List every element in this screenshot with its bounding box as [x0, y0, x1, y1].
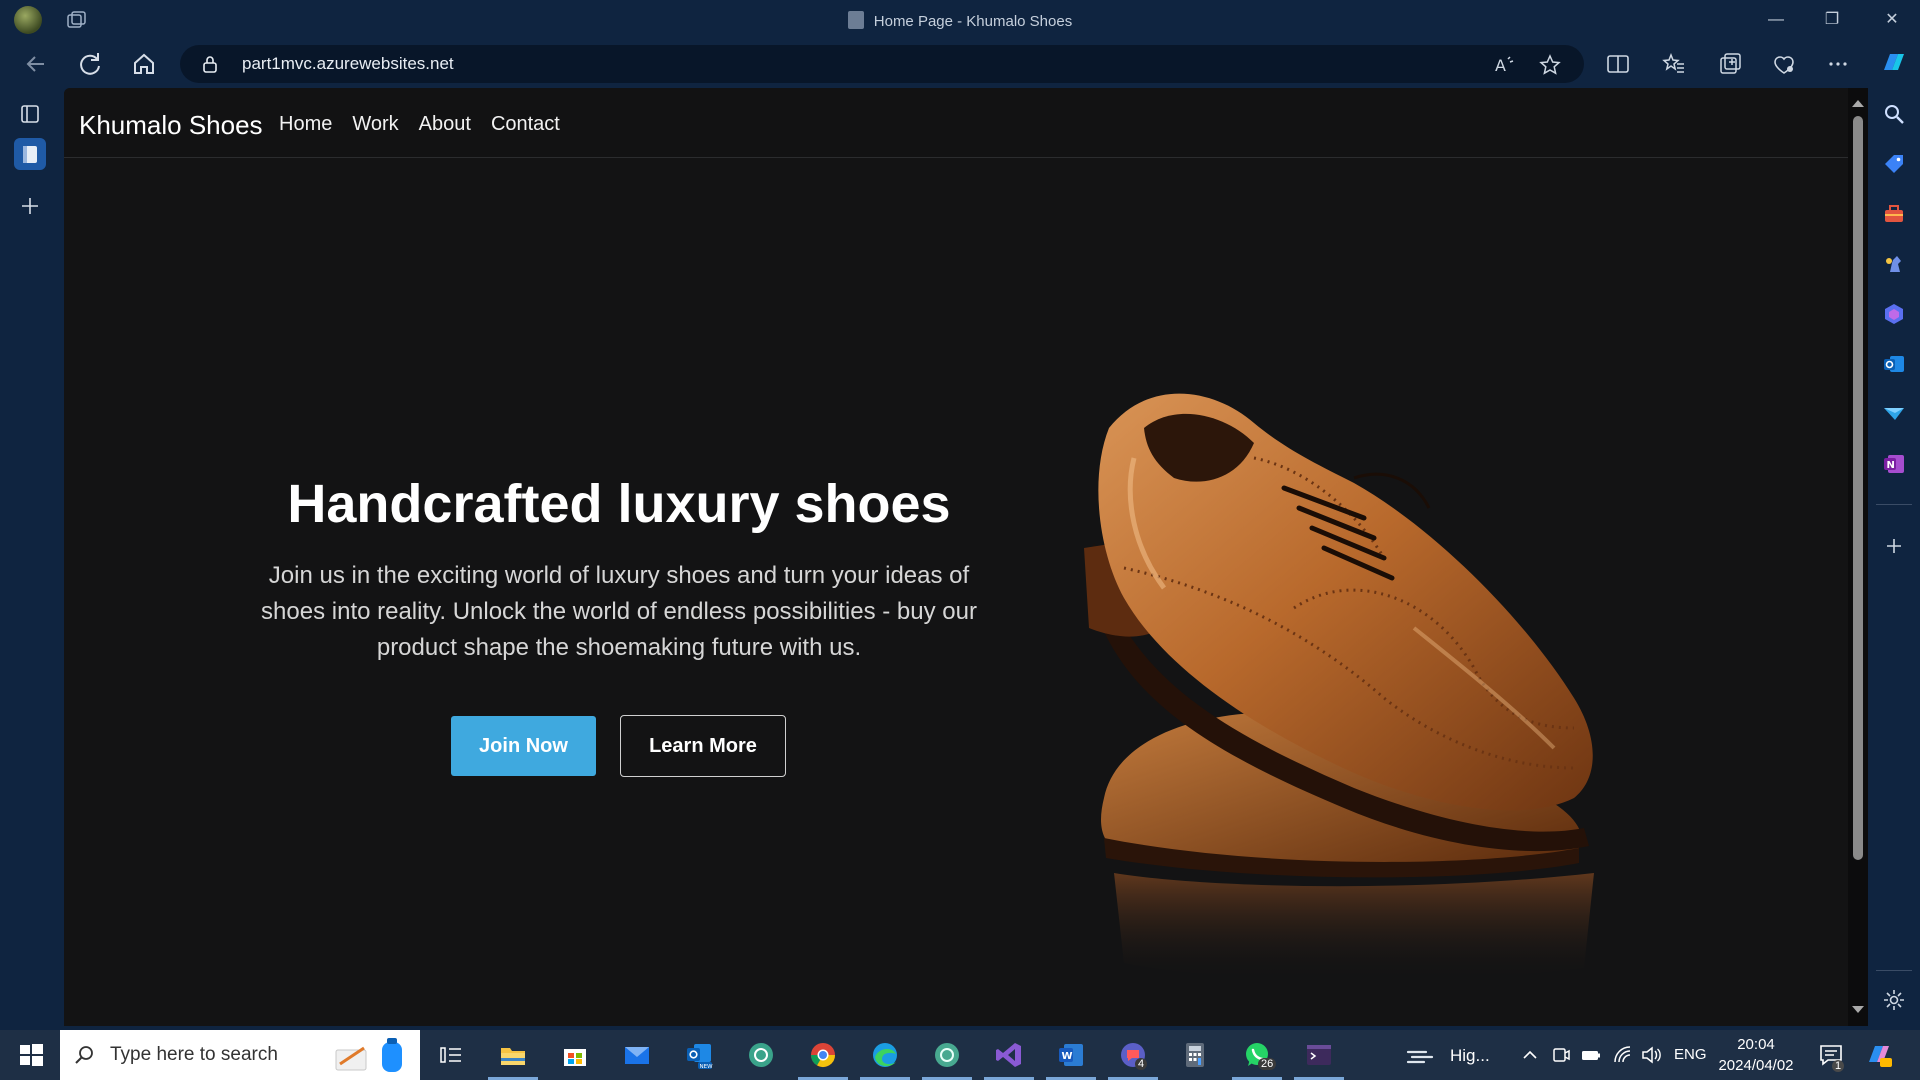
- drop-icon[interactable]: [1882, 402, 1906, 426]
- url-text[interactable]: part1mvc.azurewebsites.net: [242, 54, 454, 74]
- notifications-badge: 1: [1832, 1060, 1845, 1072]
- scroll-up-arrow-icon[interactable]: [1852, 100, 1864, 107]
- collections-icon[interactable]: [1716, 50, 1744, 78]
- terminal-icon[interactable]: [1304, 1040, 1334, 1070]
- restore-button[interactable]: ❐: [1812, 6, 1852, 34]
- taskbar-search-icon: [75, 1046, 93, 1064]
- word-icon[interactable]: W: [1056, 1040, 1086, 1070]
- learn-more-button[interactable]: Learn More: [620, 715, 786, 777]
- meet-now-icon[interactable]: [1551, 1045, 1571, 1065]
- chatgpt-app-icon[interactable]: [746, 1040, 776, 1070]
- hero-title: Handcrafted luxury shoes: [287, 474, 951, 534]
- nav-link-contact[interactable]: Contact: [491, 113, 560, 136]
- new-tab-icon[interactable]: [14, 190, 46, 222]
- taskbar-search-placeholder[interactable]: Type here to search: [110, 1044, 278, 1066]
- search-icon[interactable]: [1882, 102, 1906, 126]
- sidebar-settings-gear-icon[interactable]: [1882, 988, 1906, 1012]
- hero-description: Join us in the exciting world of luxury …: [261, 562, 977, 661]
- windows-start-icon[interactable]: [16, 1040, 46, 1070]
- weather-icon[interactable]: [1404, 1042, 1436, 1068]
- taskbar-clock[interactable]: 20:04 2024/04/02: [1706, 1034, 1806, 1076]
- hero-shoe-image: [1084, 393, 1594, 981]
- vertical-tabs-strip: [0, 90, 62, 1030]
- site-navbar: Khumalo Shoes Home Work About Contact: [64, 88, 1848, 158]
- svg-text:W: W: [1062, 1051, 1073, 1062]
- nav-link-about[interactable]: About: [419, 113, 471, 136]
- battery-icon[interactable]: [1580, 1045, 1602, 1065]
- task-view-icon[interactable]: [436, 1040, 466, 1070]
- sidebar-divider-bottom: [1876, 970, 1912, 971]
- page-favicon-icon: [847, 11, 864, 29]
- chatgpt-icon[interactable]: [932, 1040, 962, 1070]
- svg-text:A: A: [1495, 56, 1506, 75]
- mail-icon[interactable]: [622, 1040, 652, 1070]
- add-sidebar-app-icon[interactable]: [1882, 534, 1906, 558]
- chrome-icon[interactable]: [808, 1040, 838, 1070]
- browser-titlebar: Home Page - Khumalo Shoes — ❐ ✕: [0, 0, 1920, 40]
- shopping-tag-icon[interactable]: [1882, 152, 1906, 176]
- copilot-icon[interactable]: [1878, 48, 1908, 78]
- wifi-icon[interactable]: [1612, 1044, 1634, 1066]
- tools-icon[interactable]: [1882, 202, 1906, 226]
- browser-essentials-icon[interactable]: [1770, 50, 1798, 78]
- windows-taskbar: Type here to search NEW W 4 26 Hig... EN…: [0, 1030, 1920, 1080]
- svg-text:N: N: [1887, 460, 1895, 471]
- visual-studio-icon[interactable]: [994, 1040, 1024, 1070]
- refresh-icon[interactable]: [74, 48, 106, 80]
- outlook-new-icon[interactable]: NEW: [684, 1040, 714, 1070]
- window-title: Home Page - Khumalo Shoes: [0, 11, 1920, 30]
- weather-text[interactable]: Hig...: [1450, 1046, 1490, 1066]
- site-nav-links: Home Work About Contact: [279, 113, 560, 136]
- microsoft-store-icon[interactable]: [560, 1040, 590, 1070]
- language-indicator[interactable]: ENG: [1674, 1046, 1707, 1063]
- edge-icon[interactable]: [870, 1040, 900, 1070]
- show-hidden-icons-chevron-icon[interactable]: [1520, 1045, 1540, 1065]
- svg-text:NEW: NEW: [700, 1064, 714, 1070]
- file-explorer-icon[interactable]: [498, 1040, 528, 1070]
- sidebar-divider: [1876, 504, 1912, 505]
- back-arrow-icon[interactable]: [20, 48, 52, 80]
- favorites-icon[interactable]: [1660, 50, 1688, 78]
- whatsapp-badge: 26: [1258, 1058, 1277, 1070]
- edge-sidebar: N: [1868, 90, 1920, 1030]
- home-icon[interactable]: [128, 48, 160, 80]
- nav-link-home[interactable]: Home: [279, 113, 332, 136]
- microsoft-365-icon[interactable]: [1882, 302, 1906, 326]
- calculator-icon[interactable]: [1180, 1040, 1210, 1070]
- volume-icon[interactable]: [1640, 1044, 1662, 1066]
- scroll-down-arrow-icon[interactable]: [1852, 1006, 1864, 1013]
- tab-actions-icon[interactable]: [14, 98, 46, 130]
- app-notification-badge: 4: [1135, 1058, 1148, 1070]
- active-tab-icon[interactable]: [14, 138, 46, 170]
- site-brand-link[interactable]: Khumalo Shoes: [79, 110, 263, 141]
- clock-date: 2024/04/02: [1718, 1057, 1794, 1074]
- more-options-icon[interactable]: [1824, 50, 1852, 78]
- outlook-icon[interactable]: [1882, 352, 1906, 376]
- read-aloud-icon[interactable]: A: [1492, 53, 1516, 77]
- join-now-button[interactable]: Join Now: [451, 716, 596, 776]
- clock-time: 20:04: [1737, 1036, 1775, 1053]
- taskbar-search-box[interactable]: Type here to search: [60, 1030, 420, 1080]
- nav-link-work[interactable]: Work: [352, 113, 398, 136]
- onenote-icon[interactable]: N: [1882, 452, 1906, 476]
- scrollbar-thumb[interactable]: [1853, 116, 1863, 860]
- favorite-star-icon[interactable]: [1538, 53, 1562, 77]
- search-highlight-icon[interactable]: [330, 1036, 410, 1076]
- close-window-button[interactable]: ✕: [1872, 6, 1912, 34]
- split-screen-icon[interactable]: [1604, 50, 1632, 78]
- games-icon[interactable]: [1882, 252, 1906, 276]
- address-bar[interactable]: part1mvc.azurewebsites.net A: [180, 45, 1584, 83]
- minimize-button[interactable]: —: [1756, 6, 1796, 34]
- page-scrollbar[interactable]: [1848, 88, 1868, 1026]
- lock-icon[interactable]: [200, 54, 220, 74]
- copilot-taskbar-icon[interactable]: [1864, 1040, 1894, 1070]
- web-page: Khumalo Shoes Home Work About Contact Ha…: [64, 88, 1848, 1026]
